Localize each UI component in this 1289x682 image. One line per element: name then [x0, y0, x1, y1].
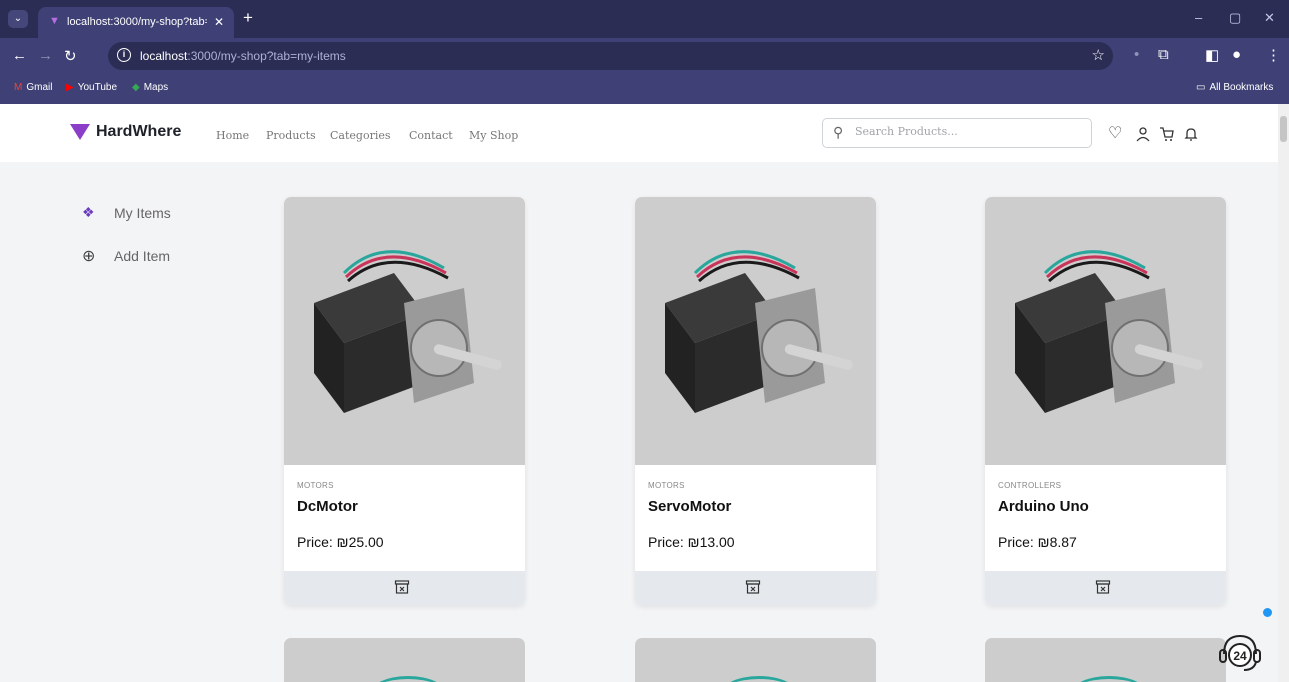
address-bar-row: ← → ↻ i localhost:3000/my-shop?tab=my-it…	[0, 38, 1289, 74]
plus-circle-icon: ⊕	[82, 248, 96, 265]
product-card[interactable]: MOTORS ServoMotor Price: ₪13.00	[635, 197, 876, 605]
brand-name: HardWhere	[96, 123, 182, 140]
stepper-motor-image	[1015, 250, 1203, 413]
motor-wire-image	[1069, 676, 1149, 682]
close-window-icon[interactable]: ✕	[1264, 10, 1275, 26]
product-price: Price: ₪8.87	[998, 534, 1077, 550]
restore-icon[interactable]: ▢	[1229, 10, 1241, 26]
sidebar-item-add-item[interactable]: ⊕ Add Item	[82, 246, 170, 266]
product-card-partial[interactable]	[635, 638, 876, 682]
product-image	[284, 197, 525, 465]
stepper-motor-image	[665, 250, 853, 413]
product-category: MOTORS	[648, 481, 685, 490]
card-actions	[284, 571, 525, 605]
bookmarks-bar: M Gmail ▶ YouTube ◆ Maps ▭ All Bookmarks	[0, 74, 1289, 104]
support-24-icon[interactable]: 24	[1216, 630, 1264, 674]
product-search[interactable]: ⚲	[822, 118, 1092, 148]
wishlist-heart-icon[interactable]: ♡	[1108, 126, 1122, 142]
notification-dot	[1263, 608, 1272, 617]
side-panel-icon[interactable]: ◧	[1205, 46, 1219, 64]
user-icon[interactable]	[1135, 126, 1151, 142]
nav-categories[interactable]: Categories	[330, 129, 391, 142]
back-icon[interactable]: ←	[12, 47, 27, 64]
product-name[interactable]: Arduino Uno	[998, 498, 1089, 515]
browser-tab[interactable]: ▼ localhost:3000/my-shop?tab=my-items ✕	[38, 7, 234, 38]
site-header: HardWhere Home Products Categories Conta…	[0, 104, 1278, 162]
tab-close-icon[interactable]: ✕	[214, 15, 224, 29]
nav-products[interactable]: Products	[266, 129, 316, 142]
tab-title: localhost:3000/my-shop?tab=my-items	[67, 16, 207, 28]
nav-contact[interactable]: Contact	[409, 129, 453, 142]
extension-dot-icon[interactable]: •	[1134, 46, 1139, 63]
product-card[interactable]: CONTROLLERS Arduino Uno Price: ₪8.87	[985, 197, 1226, 605]
product-card[interactable]: MOTORS DcMotor Price: ₪25.00	[284, 197, 525, 605]
card-actions	[985, 571, 1226, 605]
product-image	[635, 197, 876, 465]
extensions-puzzle-icon[interactable]: ⧉	[1158, 46, 1169, 63]
product-category: MOTORS	[297, 481, 334, 490]
nav-my-shop[interactable]: My Shop	[469, 129, 518, 142]
dropbox-icon: ❖	[82, 204, 95, 220]
nav-home[interactable]: Home	[216, 129, 249, 142]
new-tab-button[interactable]: +	[243, 8, 253, 28]
sidebar-item-label: Add Item	[114, 248, 171, 264]
brand-logo[interactable]: HardWhere	[70, 123, 181, 141]
profile-avatar-icon[interactable]: ●	[1232, 46, 1241, 63]
product-name[interactable]: DcMotor	[297, 498, 358, 515]
tab-search-button[interactable]: ⌄	[8, 10, 28, 28]
product-name[interactable]: ServoMotor	[648, 498, 731, 515]
product-price: Price: ₪13.00	[648, 534, 735, 550]
address-url[interactable]: localhost:3000/my-shop?tab=my-items	[140, 49, 346, 63]
sidebar-item-label: My Items	[114, 204, 171, 221]
minimize-icon[interactable]: –	[1195, 10, 1202, 25]
archive-delete-icon[interactable]	[394, 579, 410, 595]
sidebar-item-my-items[interactable]: ❖ My Items	[82, 204, 171, 221]
support-badge-text: 24	[1233, 649, 1247, 663]
archive-delete-icon[interactable]	[745, 579, 761, 595]
search-input[interactable]	[855, 125, 1075, 138]
youtube-icon: ▶	[66, 82, 74, 93]
cart-icon[interactable]	[1159, 126, 1175, 142]
browser-menu-icon[interactable]: ⋮	[1266, 46, 1281, 64]
address-bar[interactable]: i localhost:3000/my-shop?tab=my-items ☆	[108, 42, 1113, 70]
reload-icon[interactable]: ↻	[64, 47, 77, 65]
browser-tab-bar: ⌄ ▼ localhost:3000/my-shop?tab=my-items …	[0, 0, 1289, 38]
folder-icon: ▭	[1196, 82, 1206, 93]
bookmark-maps[interactable]: ◆ Maps	[132, 82, 168, 93]
brand-logo-icon	[70, 124, 90, 140]
maps-icon: ◆	[132, 82, 140, 93]
product-price: Price: ₪25.00	[297, 534, 384, 550]
archive-delete-icon[interactable]	[1095, 579, 1111, 595]
forward-icon[interactable]: →	[38, 47, 53, 64]
scrollbar-thumb[interactable]	[1280, 116, 1287, 142]
stepper-motor-image	[314, 250, 502, 413]
bookmark-star-icon[interactable]: ☆	[1092, 46, 1105, 64]
product-card-partial[interactable]	[985, 638, 1226, 682]
motor-wire-image	[719, 676, 799, 682]
motor-wire-image	[368, 676, 448, 682]
page-scrollbar[interactable]	[1278, 104, 1289, 682]
product-category: CONTROLLERS	[998, 481, 1062, 490]
product-card-partial[interactable]	[284, 638, 525, 682]
bell-icon[interactable]	[1183, 126, 1199, 142]
site-info-icon[interactable]: i	[117, 48, 131, 62]
site-favicon-icon: ▼	[49, 15, 60, 27]
all-bookmarks[interactable]: ▭ All Bookmarks	[1196, 82, 1273, 93]
card-actions	[635, 571, 876, 605]
search-icon: ⚲	[833, 124, 844, 140]
product-image	[985, 197, 1226, 465]
gmail-icon: M	[14, 82, 23, 93]
bookmark-gmail[interactable]: M Gmail	[14, 82, 52, 93]
bookmark-youtube[interactable]: ▶ YouTube	[66, 82, 117, 93]
